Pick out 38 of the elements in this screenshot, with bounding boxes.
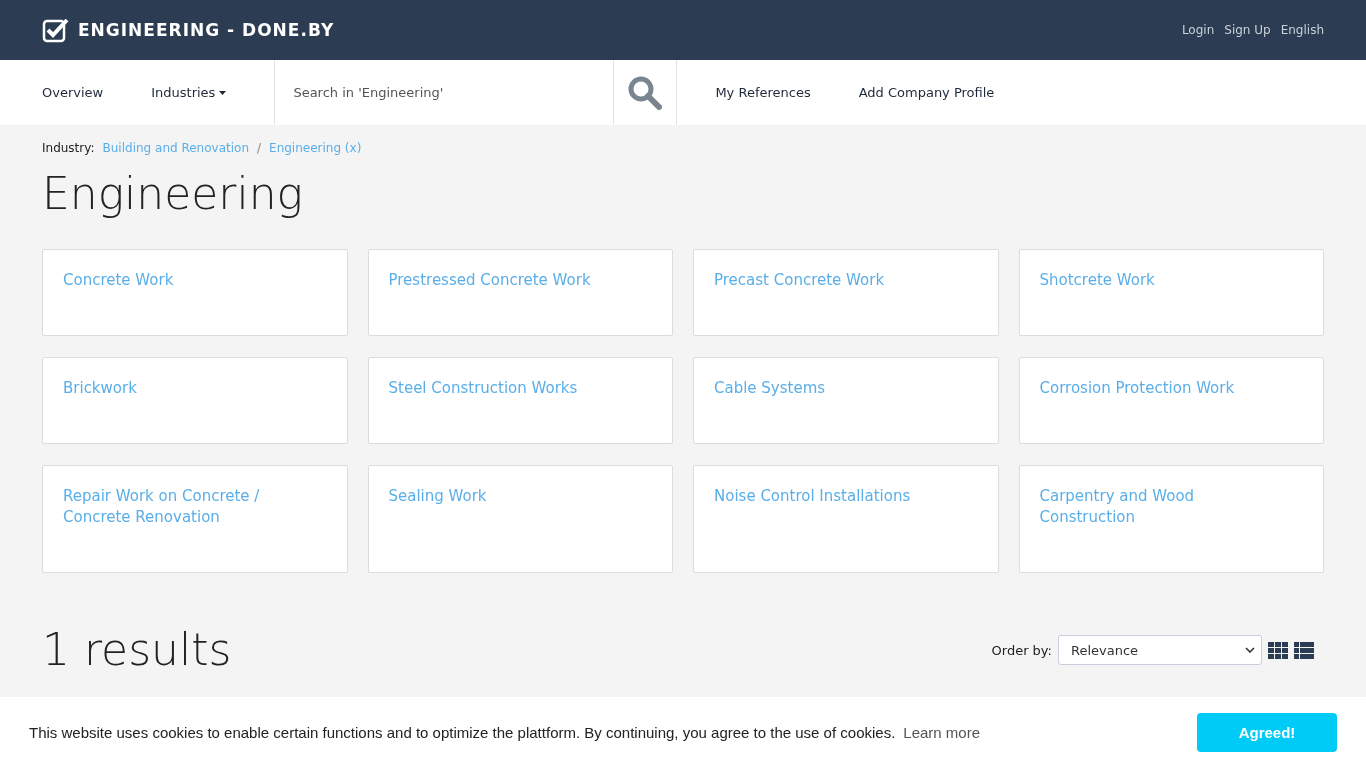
learn-more-link[interactable]: Learn more <box>903 723 981 741</box>
agree-button[interactable]: Agreed! <box>1197 713 1337 752</box>
chevron-icon <box>1245 647 1255 653</box>
search-icon <box>628 75 663 110</box>
breadcrumb-link[interactable]: Engineering (x) <box>269 141 362 155</box>
nav-dropdown[interactable]: Industries <box>151 60 227 125</box>
category-card[interactable]: Steel Construction Works <box>367 357 673 444</box>
category-card[interactable]: Prestressed Concrete Work <box>367 249 673 336</box>
header-link[interactable]: Sign Up <box>1224 23 1271 37</box>
list-view-button[interactable] <box>1294 641 1314 659</box>
results-count: 1 results <box>42 625 232 675</box>
grid-view-button[interactable] <box>1268 641 1288 659</box>
header-link[interactable]: Login <box>1181 23 1215 37</box>
category-card[interactable]: Shotcrete Work <box>1018 249 1324 336</box>
category-card[interactable]: Concrete Work <box>42 249 348 336</box>
cookie-message: This website uses cookies to enable certain functions and to optimize the plattform. By continuing, you agree to the use of cookies. <box>29 723 896 741</box>
category-card[interactable]: Repair Work on Concrete / Concrete Renovation <box>42 465 348 573</box>
category-card[interactable]: Cable Systems <box>693 357 999 444</box>
nav-link[interactable]: Add Company Profile <box>858 60 995 125</box>
nav-link[interactable]: Overview <box>42 60 104 125</box>
category-card[interactable]: Precast Concrete Work <box>693 249 999 336</box>
order-label: Order by: <box>991 642 1052 658</box>
checkbox-icon <box>42 17 70 43</box>
breadcrumb-separator: / <box>257 141 262 155</box>
category-card[interactable]: Carpentry and Wood Construction <box>1018 465 1324 573</box>
site-logo: ENGINEERING - DONE.BY <box>78 20 335 40</box>
search-button[interactable] <box>613 60 678 125</box>
breadcrumb-label: Industry: <box>42 141 95 155</box>
header-link[interactable]: English <box>1280 23 1324 37</box>
category-card[interactable]: Noise Control Installations <box>693 465 999 573</box>
caret-icon <box>219 90 227 95</box>
nav-link[interactable]: My References <box>715 60 811 125</box>
category-card[interactable]: Sealing Work <box>367 465 673 573</box>
page-title: Engineering <box>42 167 304 221</box>
order-select[interactable]: Relevance <box>1058 635 1262 665</box>
category-card[interactable]: Brickwork <box>42 357 348 444</box>
breadcrumb-link[interactable]: Building and Renovation <box>102 141 249 155</box>
category-card[interactable]: Corrosion Protection Work <box>1018 357 1324 444</box>
